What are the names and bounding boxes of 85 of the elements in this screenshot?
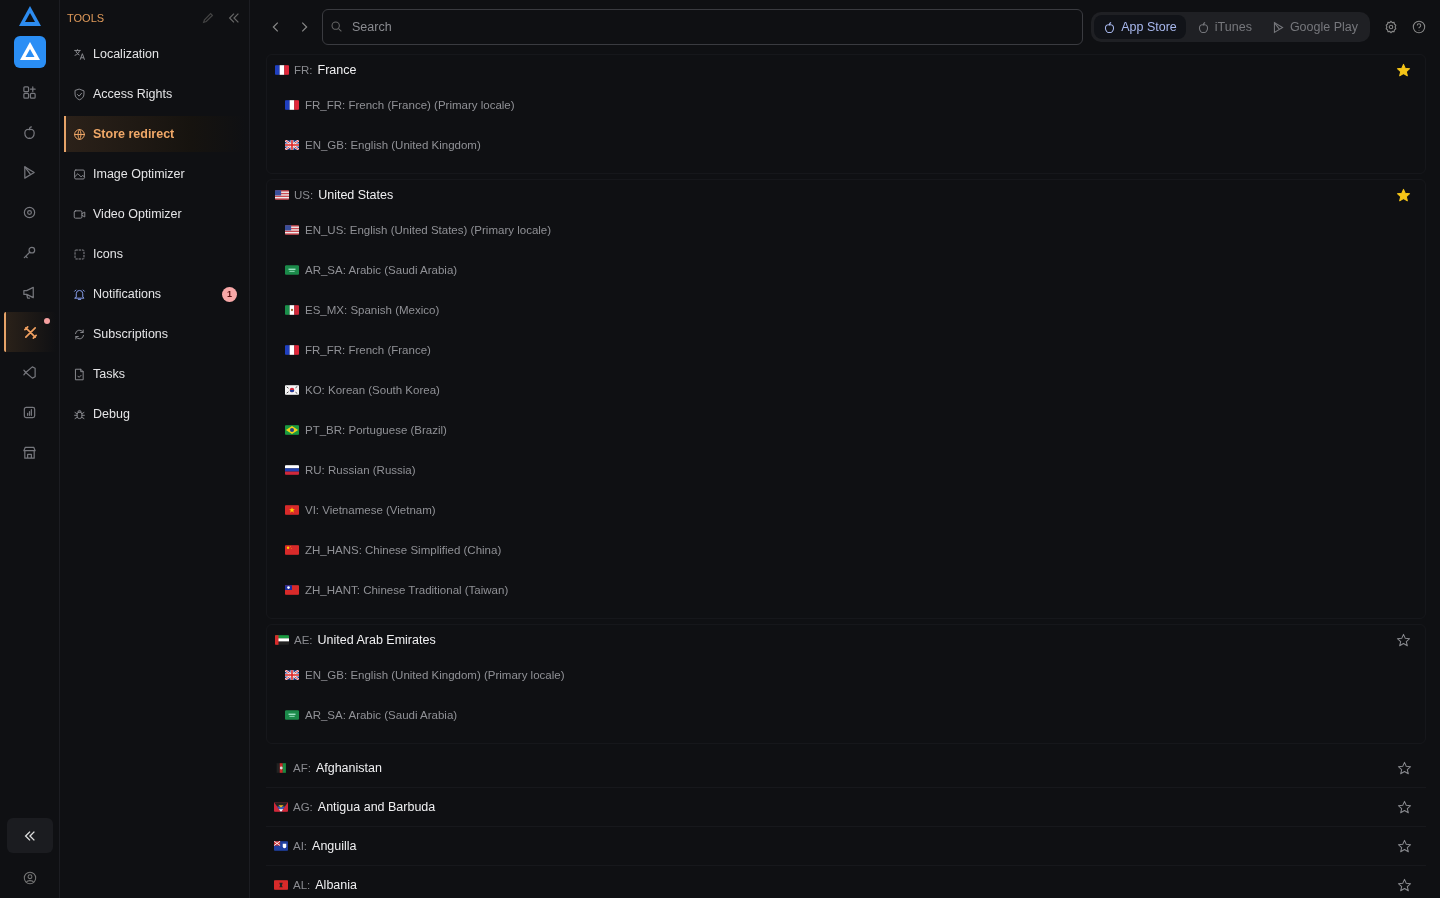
locale-label: AR_SA: Arabic (Saudi Arabia) bbox=[305, 264, 458, 276]
country-row[interactable]: AF: Afghanistan bbox=[266, 749, 1426, 788]
refresh-icon bbox=[73, 327, 86, 341]
video-icon bbox=[73, 207, 86, 221]
store-icon[interactable] bbox=[22, 444, 37, 460]
country-code: US: bbox=[294, 189, 314, 201]
country-name: United States bbox=[318, 188, 394, 202]
locale-label: EN_GB: English (United Kingdom) (Primary locale) bbox=[305, 669, 565, 681]
search-icon bbox=[330, 20, 343, 33]
bell-icon bbox=[73, 287, 86, 301]
country-name: Albania bbox=[315, 878, 357, 892]
key-icon[interactable] bbox=[22, 244, 37, 260]
sidebar-item[interactable]: Icons bbox=[64, 236, 245, 272]
apple-icon bbox=[1196, 20, 1210, 34]
image-icon bbox=[73, 167, 86, 181]
country-code: AG: bbox=[293, 801, 313, 813]
sidebar-item[interactable]: Image Optimizer bbox=[64, 156, 245, 192]
locale-label: PT_BR: Portuguese (Brazil) bbox=[305, 424, 447, 436]
country-row[interactable]: AI: Anguilla bbox=[266, 827, 1426, 866]
locale-label: FR_FR: French (France) bbox=[305, 344, 431, 356]
logo-icon[interactable] bbox=[17, 5, 42, 27]
sidebar-item[interactable]: Localization bbox=[64, 36, 245, 72]
star-icon[interactable] bbox=[1397, 760, 1412, 776]
country-row[interactable]: AG: Antigua and Barbuda bbox=[266, 788, 1426, 827]
locale-label: EN_GB: English (United Kingdom) bbox=[305, 139, 481, 151]
play-icon bbox=[1271, 20, 1285, 34]
chevrons-icon bbox=[22, 828, 37, 843]
search-field[interactable]: Search bbox=[322, 9, 1084, 45]
globe-icon bbox=[73, 127, 86, 141]
locale-label: AR_SA: Arabic (Saudi Arabia) bbox=[305, 709, 458, 721]
section-title: TOOLS bbox=[67, 12, 106, 24]
help-icon[interactable] bbox=[1412, 20, 1426, 34]
collapse-button[interactable] bbox=[6, 818, 53, 853]
locale-label: ZH_HANS: Chinese Simplified (China) bbox=[305, 544, 502, 556]
bug-icon bbox=[73, 407, 86, 421]
eye-icon[interactable] bbox=[22, 204, 37, 220]
store-tab[interactable]: iTunes bbox=[1187, 15, 1261, 39]
document-icon bbox=[73, 367, 86, 381]
apple-icon bbox=[1103, 20, 1117, 34]
sidebar-item[interactable]: Tasks bbox=[64, 356, 245, 392]
chart-icon[interactable] bbox=[22, 404, 37, 420]
locale-label: VI: Vietnamese (Vietnam) bbox=[305, 504, 436, 516]
star-icon[interactable] bbox=[1397, 799, 1412, 815]
app-logo-icon[interactable] bbox=[13, 36, 46, 68]
locale-label: FR_FR: French (France) (Primary locale) bbox=[305, 99, 515, 111]
locale-label: RU: Russian (Russia) bbox=[305, 464, 416, 476]
user-icon[interactable] bbox=[22, 871, 37, 885]
locale-label: ES_MX: Spanish (Mexico) bbox=[305, 304, 440, 316]
country-code: AI: bbox=[293, 840, 308, 852]
play-icon[interactable] bbox=[22, 164, 37, 180]
settings-icon[interactable] bbox=[1384, 20, 1398, 34]
locale-label: ZH_HANT: Chinese Traditional (Taiwan) bbox=[305, 584, 509, 596]
country-name: United Arab Emirates bbox=[317, 633, 436, 647]
country-code: AE: bbox=[294, 634, 313, 646]
star-icon[interactable] bbox=[1397, 877, 1412, 893]
country-name: Antigua and Barbuda bbox=[317, 800, 436, 814]
collapse-icon[interactable] bbox=[227, 11, 241, 25]
shield-icon bbox=[73, 87, 86, 101]
country-row[interactable]: AL: Albania bbox=[266, 866, 1426, 898]
count-badge: 1 bbox=[222, 286, 237, 302]
dashed-square-icon bbox=[73, 247, 86, 261]
country-code: AL: bbox=[293, 879, 311, 891]
sidebar-item[interactable]: Access Rights bbox=[64, 76, 245, 112]
star-icon[interactable] bbox=[1396, 187, 1411, 203]
star-icon[interactable] bbox=[1396, 632, 1411, 648]
country-code: FR: bbox=[294, 64, 313, 76]
sidebar-item[interactable]: Debug bbox=[64, 396, 245, 432]
sidebar-item[interactable]: Notifications 1 bbox=[64, 276, 245, 312]
store-tab[interactable]: Google Play bbox=[1262, 15, 1367, 39]
country-name: France bbox=[317, 63, 357, 77]
sidebar-item[interactable]: Video Optimizer bbox=[64, 196, 245, 232]
tools-icon[interactable] bbox=[23, 324, 38, 340]
country-code: AF: bbox=[293, 762, 311, 774]
locale-label: KO: Korean (South Korea) bbox=[305, 384, 440, 396]
store-tab[interactable]: App Store bbox=[1094, 15, 1186, 39]
grid-icon[interactable] bbox=[22, 84, 37, 100]
locale-label: EN_US: English (United States) (Primary locale) bbox=[305, 224, 552, 236]
apple-icon[interactable] bbox=[22, 124, 37, 140]
star-icon[interactable] bbox=[1397, 838, 1412, 854]
sidebar-item[interactable]: Subscriptions bbox=[64, 316, 245, 352]
country-name: Afghanistan bbox=[315, 761, 382, 775]
translate-icon bbox=[73, 47, 86, 61]
country-name: Anguilla bbox=[312, 839, 357, 853]
megaphone-icon[interactable] bbox=[22, 284, 37, 300]
star-icon[interactable] bbox=[1396, 62, 1411, 78]
